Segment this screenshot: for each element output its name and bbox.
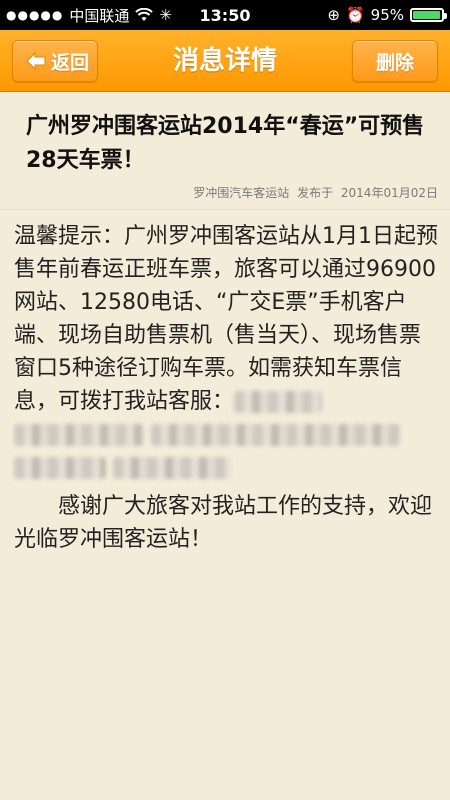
battery-percentage: 95% (370, 6, 404, 24)
redacted-text (113, 457, 231, 479)
carrier-name: 中国联通 (69, 6, 130, 25)
rotation-lock-icon: ⊕ (327, 6, 340, 24)
wifi-icon (135, 8, 154, 21)
back-button[interactable]: 返回 (12, 40, 98, 82)
redacted-phone-number (234, 391, 323, 413)
back-arrow-icon (26, 51, 46, 71)
alarm-icon: ⏰ (345, 6, 365, 24)
back-button-label: 返回 (50, 51, 89, 74)
article-body-text: 温馨提示：广州罗冲围客运站从1月1日起预售年前春运正班车票，旅客可以通过9690… (14, 224, 438, 414)
signal-strength-icon: ●●●●● (6, 8, 64, 22)
article-title: 广州罗冲围客运站2014年“春运”可预售28天车票！ (26, 114, 425, 173)
delete-button-label: 删除 (375, 51, 414, 74)
battery-level (413, 11, 440, 19)
thanks-paragraph: 感谢广大旅客对我站工作的支持，欢迎光临罗冲围客运站！ (14, 494, 433, 552)
delete-button[interactable]: 删除 (352, 40, 438, 82)
status-bar: ●●●●● 中国联通 ✳ 13:50 ⊕ ⏰ 95% (0, 0, 450, 30)
redacted-text (151, 424, 401, 446)
redacted-text (14, 457, 106, 479)
published-label: 发布于 (297, 186, 334, 200)
article-source: 罗冲围汽车客运站 (193, 186, 290, 200)
article-meta: 罗冲围汽车客运站 发布于 2014年01月02日 (0, 184, 438, 201)
message-content: 广州罗冲围客运站2014年“春运”可预售28天车票！ 罗冲围汽车客运站 发布于 … (0, 92, 450, 556)
navigation-bar: 消息详情 返回 删除 (0, 30, 450, 92)
status-right: ⊕ ⏰ 95% (327, 6, 447, 24)
redacted-text (14, 424, 144, 446)
article-date: 2014年01月02日 (340, 186, 438, 200)
divider (0, 209, 450, 210)
battery-icon (410, 8, 447, 22)
status-left: ●●●●● 中国联通 ✳ (6, 5, 172, 26)
activity-spinner-icon: ✳ (159, 6, 172, 24)
article-body: 温馨提示：广州罗冲围客运站从1月1日起预售年前春运正班车票，旅客可以通过9690… (14, 220, 438, 484)
